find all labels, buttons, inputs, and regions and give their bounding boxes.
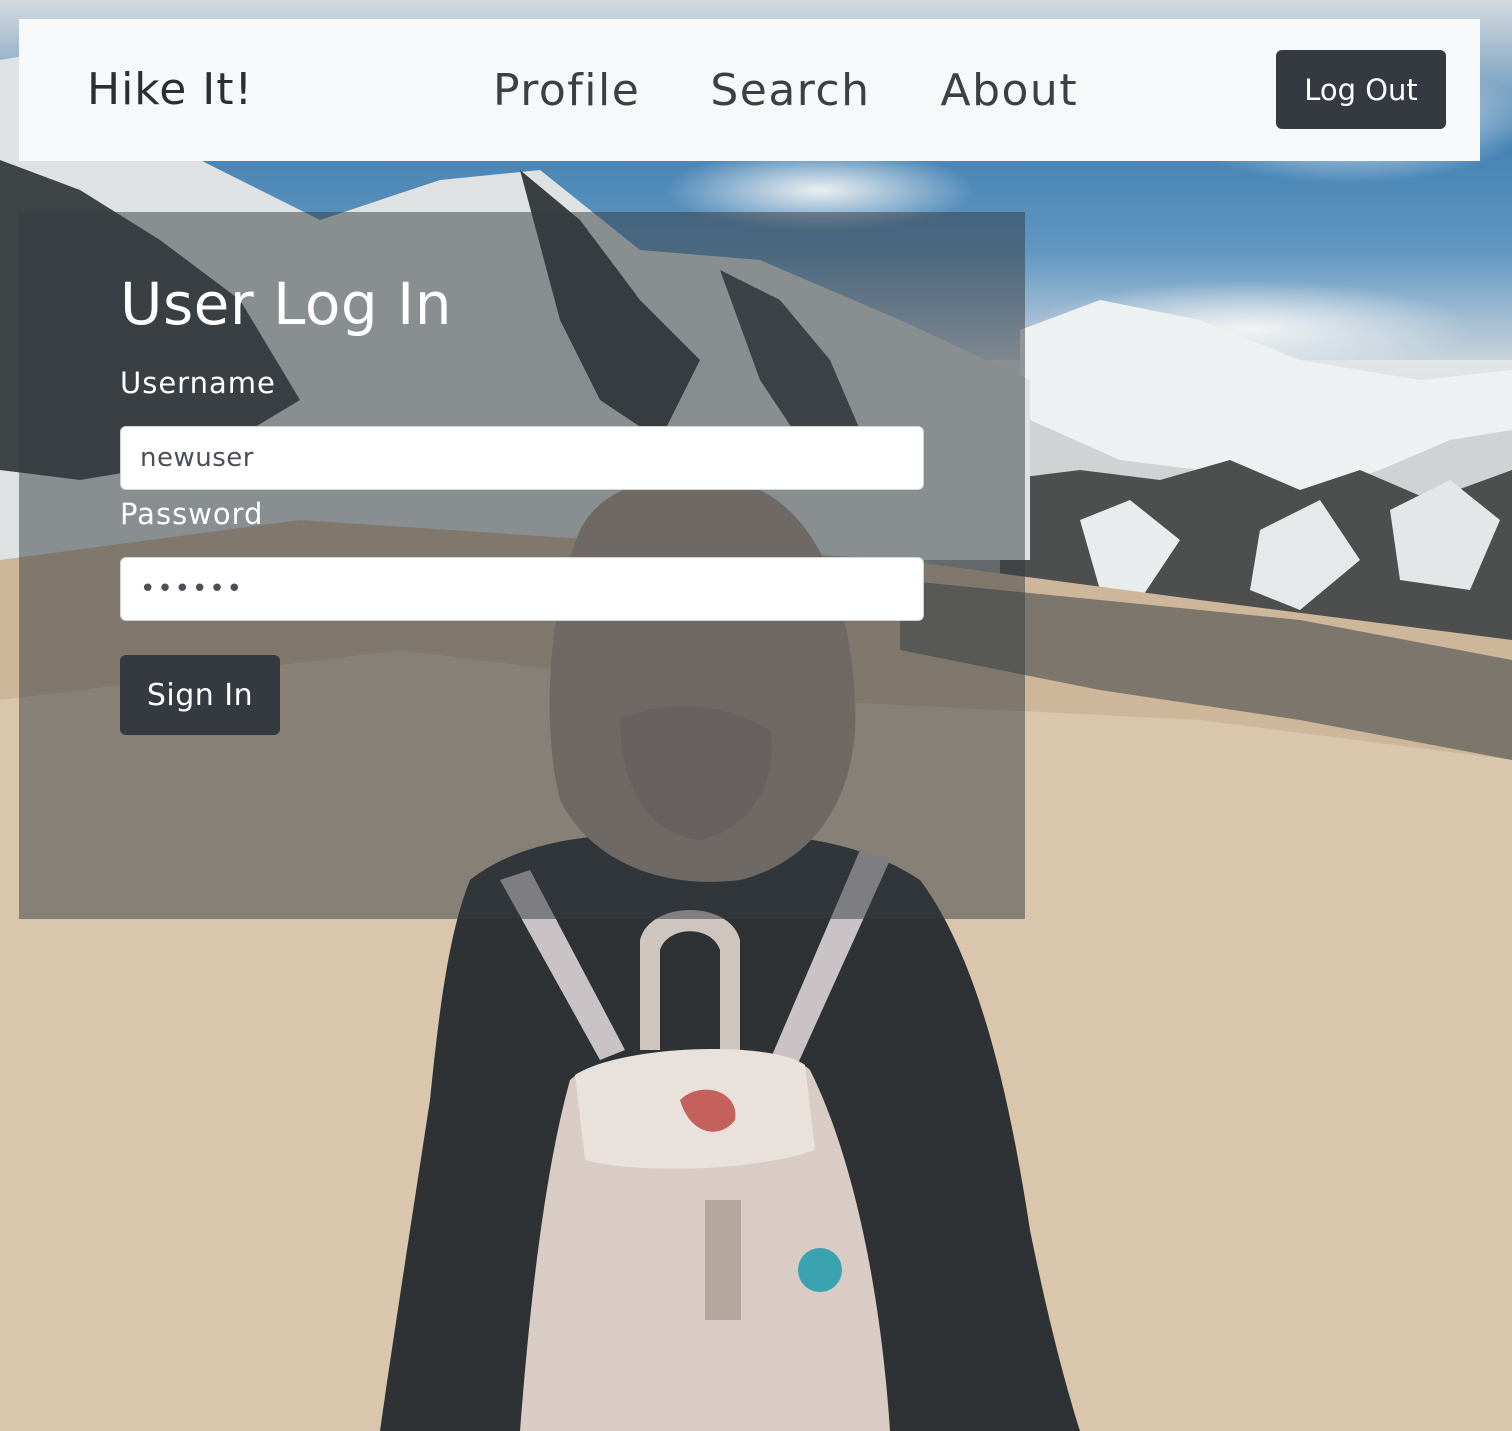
- top-navbar: Hike It! Profile Search About Log Out: [19, 19, 1480, 161]
- password-input[interactable]: [120, 557, 924, 621]
- nav-link-search[interactable]: Search: [710, 65, 870, 116]
- login-title: User Log In: [120, 270, 453, 338]
- nav-link-profile[interactable]: Profile: [493, 65, 640, 116]
- nav-links: Profile Search About: [493, 19, 1078, 161]
- password-label: Password: [120, 497, 264, 531]
- sign-in-button[interactable]: Sign In: [120, 655, 280, 735]
- username-input[interactable]: [120, 426, 924, 490]
- brand-logo-text[interactable]: Hike It!: [87, 19, 253, 161]
- login-panel: User Log In Username Password Sign In: [19, 212, 1025, 919]
- nav-link-about[interactable]: About: [940, 65, 1078, 116]
- username-label: Username: [120, 366, 276, 400]
- logout-button[interactable]: Log Out: [1276, 50, 1446, 129]
- app-root: Hike It! Profile Search About Log Out Us…: [0, 0, 1512, 1431]
